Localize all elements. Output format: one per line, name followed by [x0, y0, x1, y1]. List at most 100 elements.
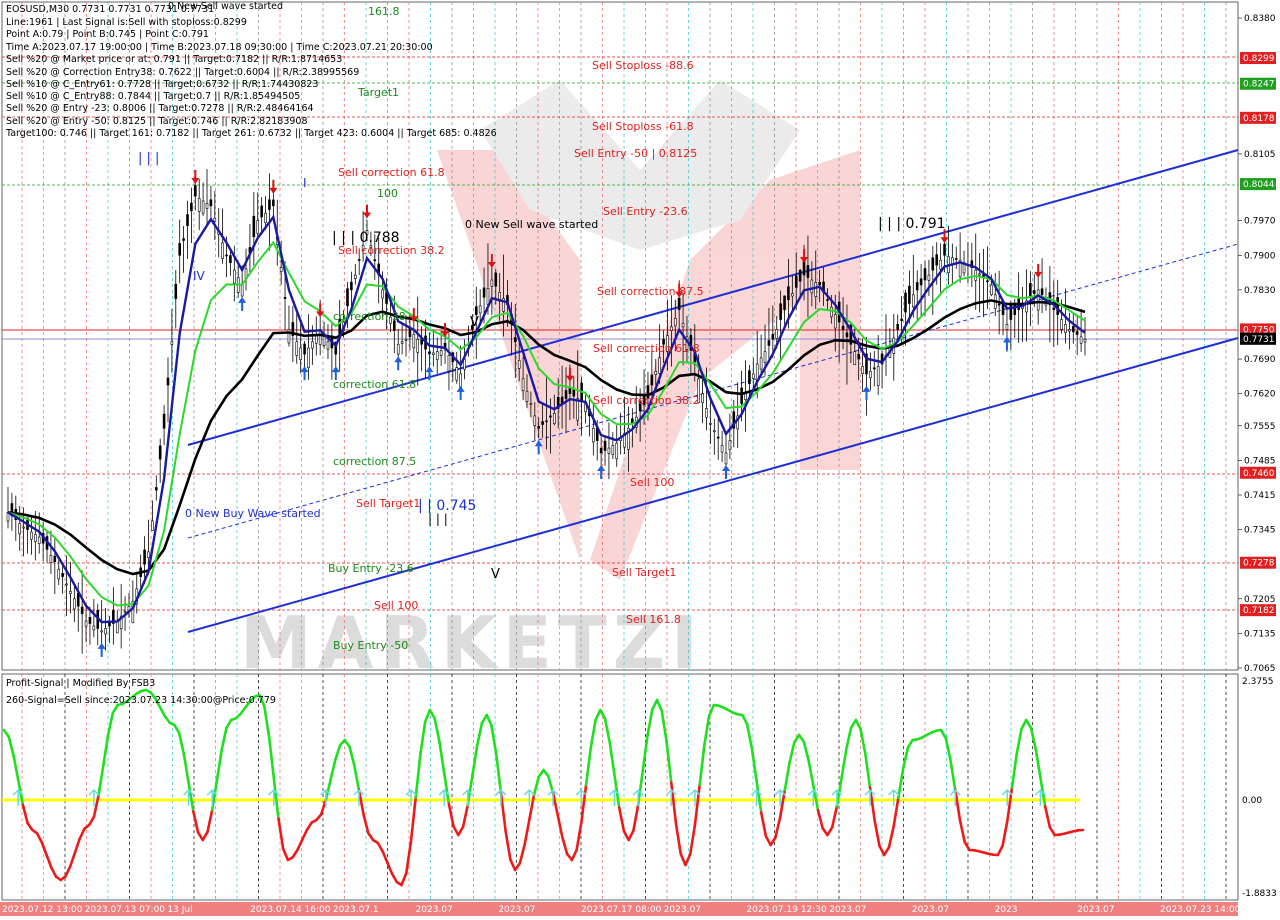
- candle-body: [935, 254, 939, 266]
- candle-body: [49, 555, 53, 563]
- candle-body: [474, 306, 478, 315]
- candle-body: [658, 357, 661, 374]
- candle-body: [1052, 307, 1056, 310]
- candle-body: [357, 259, 361, 261]
- candle-body: [915, 282, 919, 291]
- x-tick-label: 2023.07: [1077, 905, 1114, 915]
- candle-body: [607, 447, 611, 454]
- candle-body: [213, 217, 217, 222]
- candle-body: [162, 413, 166, 429]
- label-wave-v2: V: [491, 567, 500, 582]
- label-sell-stoploss-886: Sell Stoploss -88.6: [592, 59, 694, 72]
- candle-body: [268, 199, 271, 210]
- x-tick-label: 2023.07.14 16:00: [250, 905, 331, 915]
- x-tick-label: 2023: [995, 905, 1018, 915]
- candle-body: [447, 355, 451, 372]
- y-tick-label: 0.7345: [1244, 526, 1276, 536]
- price-tag-label: 0.8044: [1243, 180, 1275, 190]
- candle-body: [826, 299, 829, 301]
- candle-body: [478, 305, 482, 314]
- candle-body: [190, 202, 193, 212]
- candle-body: [709, 423, 712, 425]
- candle-body: [272, 199, 275, 207]
- candle-body: [147, 551, 150, 558]
- candle-body: [923, 268, 927, 281]
- label-correction-875: correction 87.5: [333, 455, 416, 468]
- osc-tick-bottom: -1.8833: [1242, 889, 1277, 899]
- candle-body: [748, 370, 751, 385]
- candle-body: [353, 274, 357, 279]
- candle-body: [521, 378, 525, 391]
- x-tick-label: 2023.07.1: [333, 905, 379, 915]
- candle-body: [705, 408, 708, 418]
- candle-body: [182, 238, 185, 241]
- candle-body: [57, 568, 61, 580]
- price-tag-label: 0.7731: [1243, 335, 1275, 345]
- candle-body: [143, 549, 146, 565]
- candle-body: [1005, 324, 1009, 330]
- candle-body: [69, 591, 72, 594]
- candle-body: [650, 374, 654, 386]
- candle-body: [205, 203, 209, 210]
- x-tick-label: 13 Jul: [167, 905, 192, 915]
- x-tick-label: 2023.07.23 14:00: [1160, 905, 1241, 915]
- candle-body: [759, 357, 763, 370]
- candle-body: [252, 215, 256, 238]
- candle-body: [549, 415, 552, 418]
- candle-body: [459, 373, 462, 388]
- price-chart[interactable]: MARKETZI EOSUSD,M30 0.7731 0.7731 0.7731…: [0, 0, 1280, 920]
- candle-body: [264, 212, 267, 224]
- info-line-3: Time A:2023.07.17 19:00:00 | Time B:2023…: [5, 42, 433, 53]
- candle-body: [201, 200, 205, 214]
- y-tick-label: 0.7135: [1244, 629, 1276, 639]
- candle-body: [830, 306, 833, 318]
- label-sell-target1: Sell Target1: [356, 497, 420, 510]
- candle-body: [869, 371, 872, 379]
- label-correction-38: correction 38: [333, 310, 406, 323]
- candle-body: [1032, 290, 1036, 294]
- info-line-8: Sell %20 @ Entry -23: 0.8006 || Target:0…: [6, 103, 314, 114]
- label-target1: Target1: [357, 86, 399, 99]
- candle-body: [997, 303, 1001, 306]
- candle-body: [927, 274, 931, 281]
- candle-body: [728, 440, 732, 450]
- price-tag-label: 0.7182: [1243, 606, 1275, 616]
- candle-body: [716, 436, 720, 439]
- candle-body: [1079, 336, 1083, 344]
- y-tick-label: 0.7485: [1244, 456, 1276, 466]
- label-wave-one: I: [303, 176, 307, 190]
- candle-body: [943, 243, 946, 256]
- candle-body: [100, 630, 103, 633]
- candle-body: [229, 255, 232, 263]
- x-tick-label: 2023.07: [912, 905, 949, 915]
- label-new-buy-wave: 0 New Buy Wave started: [185, 507, 321, 520]
- candle-body: [592, 427, 595, 443]
- candle-body: [482, 287, 486, 298]
- candle-body: [603, 440, 607, 451]
- label-sell-target1b: Sell Target1: [612, 566, 676, 579]
- candle-body: [416, 338, 420, 353]
- candle-body: [599, 447, 603, 454]
- label-hundred: 100: [377, 187, 398, 200]
- candle-body: [225, 254, 228, 257]
- candle-body: [740, 387, 743, 404]
- label-sell-correction-875: Sell correction 87.5: [597, 285, 704, 298]
- y-tick-label: 0.7690: [1244, 355, 1276, 365]
- candle-body: [951, 257, 954, 265]
- candle-body: [954, 258, 958, 260]
- candle-body: [65, 583, 68, 586]
- label-correction-618: correction 61.8: [333, 378, 416, 391]
- label-sell-entry-236: Sell Entry -23.6: [603, 205, 688, 218]
- candle-body: [170, 341, 174, 345]
- label-wave-0788: | | | 0.788: [332, 230, 400, 246]
- label-buy-entry-50: Buy Entry -50: [333, 639, 408, 652]
- candle-body: [115, 620, 119, 634]
- wave-title: 0 New Sell wave started: [168, 1, 283, 12]
- candle-body: [1001, 304, 1005, 315]
- x-tick-label: 2023.07: [829, 905, 866, 915]
- x-tick-label: 2023.07: [664, 905, 701, 915]
- y-tick-label: 0.7205: [1244, 595, 1276, 605]
- x-tick-label: 2023.07.19 12:30: [746, 905, 827, 915]
- candle-body: [194, 185, 197, 197]
- candle-body: [545, 420, 548, 423]
